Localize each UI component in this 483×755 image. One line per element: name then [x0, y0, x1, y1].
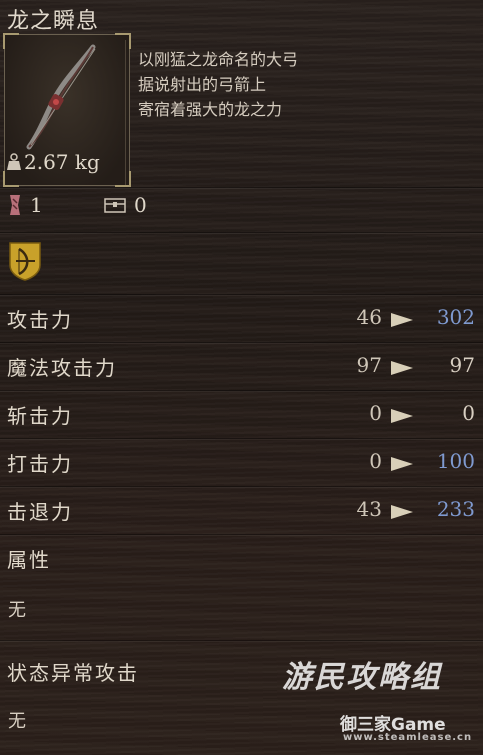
stat-row-magic-attack: 魔法攻击力 97 97	[0, 344, 483, 390]
storage-info: 0	[104, 193, 147, 217]
divider	[0, 232, 483, 233]
weight-display: 2.67 kg	[6, 150, 100, 174]
frame-corner	[3, 33, 19, 49]
stat-row-attack: 攻击力 46 302	[0, 296, 483, 342]
slot-icon	[10, 195, 20, 215]
stat-label: 斩击力	[7, 404, 73, 428]
slot-count: 1	[30, 193, 43, 217]
stat-current-value: 43	[356, 497, 382, 521]
arrow-icon	[391, 457, 413, 471]
weight-value: 2.67 kg	[24, 150, 100, 174]
stat-current-value: 46	[356, 305, 382, 329]
divider	[0, 294, 483, 295]
divider	[0, 640, 483, 641]
stat-label: 魔法攻击力	[7, 356, 117, 380]
divider	[0, 390, 483, 391]
attribute-value: 无	[8, 600, 26, 621]
divider	[0, 342, 483, 343]
divider	[0, 438, 483, 439]
stat-new-value: 100	[436, 449, 475, 473]
arrow-icon	[391, 409, 413, 423]
watermark-logo: 游民攻略组	[282, 660, 442, 695]
bow-category-icon	[9, 242, 41, 281]
arrow-icon	[391, 361, 413, 375]
stat-current-value: 97	[356, 353, 382, 377]
watermark-url: www.steamlease.cn	[343, 732, 473, 743]
stat-new-value: 97	[449, 353, 475, 377]
divider	[0, 486, 483, 487]
stat-row-strike: 打击力 0 100	[0, 440, 483, 486]
frame-corner	[115, 171, 131, 187]
slot-requirement: 1	[8, 193, 43, 217]
stat-label: 击退力	[7, 500, 73, 524]
stat-row-knockback: 击退力 43 233	[0, 488, 483, 534]
description-line: 据说射出的弓箭上	[138, 75, 267, 94]
arrow-icon	[391, 313, 413, 327]
divider	[125, 40, 126, 185]
description-line: 寄宿着强大的龙之力	[138, 100, 283, 119]
chest-icon	[104, 198, 126, 213]
weight-icon	[7, 153, 21, 170]
stat-row-slash: 斩击力 0 0	[0, 392, 483, 438]
stat-new-value: 233	[436, 497, 475, 521]
item-description: 以刚猛之龙命名的大弓 据说射出的弓箭上 寄宿着强大的龙之力	[138, 47, 298, 122]
stat-new-value: 0	[462, 401, 475, 425]
storage-count: 0	[134, 193, 147, 217]
stat-current-value: 0	[369, 401, 382, 425]
stat-new-value: 302	[436, 305, 475, 329]
stat-current-value: 0	[369, 449, 382, 473]
frame-corner	[115, 33, 131, 49]
status-attack-value: 无	[8, 711, 26, 732]
stat-label: 攻击力	[7, 308, 73, 332]
divider	[0, 187, 483, 188]
attribute-label: 属性	[7, 548, 51, 572]
stat-label: 打击力	[7, 452, 73, 476]
description-line: 以刚猛之龙命名的大弓	[138, 50, 299, 69]
arrow-icon	[391, 505, 413, 519]
item-title: 龙之瞬息	[7, 9, 100, 34]
divider	[0, 534, 483, 535]
status-attack-label: 状态异常攻击	[7, 661, 139, 685]
greatbow-icon	[26, 44, 96, 150]
